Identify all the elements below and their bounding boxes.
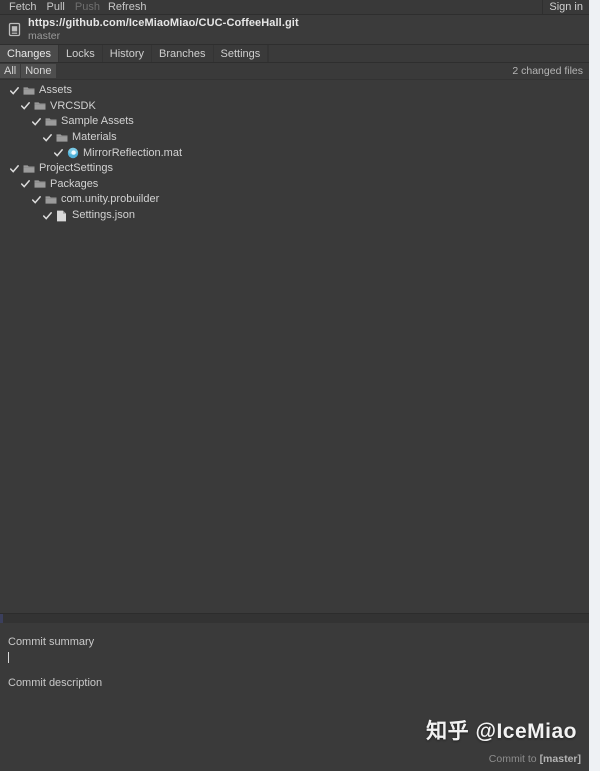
tab-settings[interactable]: Settings [214,45,269,62]
tab-changes[interactable]: Changes [0,45,60,62]
commit-description-input[interactable] [8,689,581,729]
checkbox-checked-icon[interactable] [41,210,53,222]
select-all-button[interactable]: All [0,64,21,78]
tree-row-label: VRCSDK [50,99,96,112]
tree-row-label: Settings.json [72,209,135,222]
screenshot-root: Fetch Pull Push Refresh Sign in https://… [0,0,600,771]
push-button: Push [74,0,100,13]
page-background [589,0,600,771]
tree-row[interactable]: Sample Assets [0,114,589,130]
tab-branches[interactable]: Branches [152,45,214,62]
refresh-button[interactable]: Refresh [105,1,152,14]
tree-row-label: com.unity.probuilder [61,193,160,206]
folder-icon [33,100,46,112]
commit-to-branch-button[interactable]: Commit to [master] [489,753,581,765]
commit-summary-label: Commit summary [8,636,95,648]
tab-bar: Changes Locks History Branches Settings [0,45,589,63]
text-caret [8,652,9,663]
checkbox-checked-icon[interactable] [30,116,42,128]
changed-files-count: 2 changed files [512,65,583,77]
fetch-button[interactable]: Fetch [4,1,42,14]
divider-accent [0,614,3,623]
commit-pane-divider[interactable] [0,613,589,623]
tab-bar-filler [268,45,589,62]
checkbox-checked-icon[interactable] [41,132,53,144]
commit-summary-input[interactable] [8,652,581,664]
tree-row[interactable]: ProjectSettings [0,161,589,177]
folder-icon [55,132,68,144]
folder-icon [44,194,57,206]
tab-locks[interactable]: Locks [59,45,103,62]
folder-icon [44,116,57,128]
tree-row-label: Packages [50,177,99,190]
tree-row-label: Assets [39,84,73,97]
tree-row[interactable]: Materials [0,130,589,146]
tree-row[interactable]: Assets [0,83,589,99]
tree-row[interactable]: VRCSDK [0,99,589,115]
tree-row[interactable]: MirrorReflection.mat [0,145,589,161]
commit-action-prefix: Commit to [488,753,540,765]
repository-text: https://github.com/IceMiaoMiao/CUC-Coffe… [28,17,299,43]
material-icon [66,147,79,159]
tree-row-label: Sample Assets [61,115,134,128]
repository-header: https://github.com/IceMiaoMiao/CUC-Coffe… [0,15,589,45]
checkbox-checked-icon[interactable] [8,85,20,97]
file-icon [55,210,68,222]
current-branch-label: master [28,30,61,43]
checkbox-checked-icon[interactable] [19,178,31,190]
github-for-unity-window: Fetch Pull Push Refresh Sign in https://… [0,0,589,771]
tree-row-label: MirrorReflection.mat [83,146,183,159]
checkbox-checked-icon[interactable] [8,163,20,175]
tab-history[interactable]: History [103,45,153,62]
folder-icon [22,163,35,175]
repository-icon [8,22,21,37]
tree-row[interactable]: Packages [0,177,589,193]
checkbox-checked-icon[interactable] [19,100,31,112]
tree-row[interactable]: com.unity.probuilder [0,192,589,208]
top-toolbar: Fetch Pull Push Refresh Sign in [0,0,589,15]
folder-icon [33,178,46,190]
select-none-button[interactable]: None [20,64,56,78]
tree-row[interactable]: Settings.json [0,208,589,224]
commit-description-label: Commit description [8,677,103,689]
commit-action-target: [master] [539,753,581,765]
commit-pane: Commit summary Commit description Commit… [0,623,589,771]
checkbox-checked-icon[interactable] [52,147,64,159]
pull-button[interactable]: Pull [42,1,70,14]
tree-row-label: Materials [72,131,117,144]
folder-icon [22,85,35,97]
selection-toolbar: All None 2 changed files [0,63,589,80]
changed-files-tree[interactable]: Assets VRCSDK Sample Assets Materials Mirror… [0,80,589,613]
sign-in-button[interactable]: Sign in [542,0,589,14]
tree-row-label: ProjectSettings [39,162,113,175]
checkbox-checked-icon[interactable] [30,194,42,206]
repository-url[interactable]: https://github.com/IceMiaoMiao/CUC-Coffe… [28,17,299,30]
